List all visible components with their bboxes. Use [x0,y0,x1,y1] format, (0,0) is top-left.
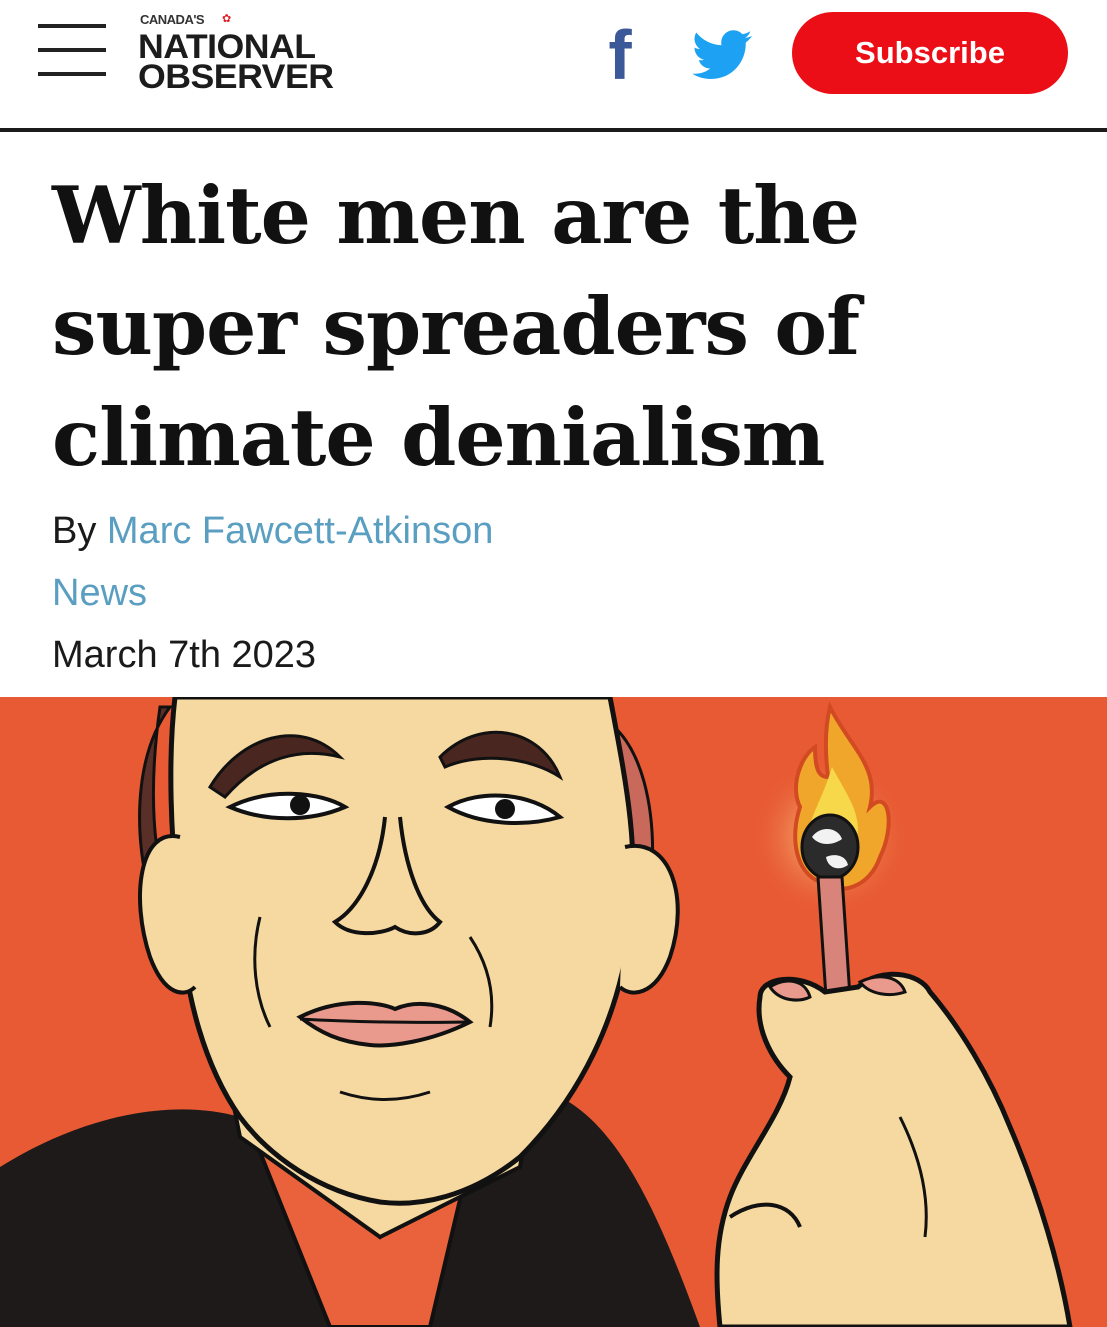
header-divider [0,128,1107,132]
maple-leaf-icon: ✿ [222,13,232,25]
section-link[interactable]: News [52,572,147,615]
twitter-icon[interactable] [692,30,753,80]
site-logo[interactable]: Canada's ✿ NATIONAL OBSERVER [138,10,378,100]
publish-date: March 7th 2023 [52,634,317,676]
byline-prefix: By [52,510,107,552]
article-headline: White men are the super spreaders of cli… [52,160,1052,493]
hamburger-menu-icon[interactable] [38,24,106,84]
headline-line-1: White men are the [52,169,860,262]
author-link[interactable]: Marc Fawcett-Atkinson [107,510,493,552]
headline-line-3: climate denialism [52,391,825,484]
byline: By Marc Fawcett-Atkinson [52,510,493,553]
site-header: Canada's ✿ NATIONAL OBSERVER f Subscribe [0,0,1107,132]
facebook-icon[interactable]: f [596,20,644,90]
logo-tagline: Canada's [140,12,205,27]
logo-observer: OBSERVER [138,58,334,96]
headline-line-2: super spreaders of [52,280,860,373]
hero-illustration [0,697,1107,1327]
subscribe-button[interactable]: Subscribe [792,12,1068,94]
